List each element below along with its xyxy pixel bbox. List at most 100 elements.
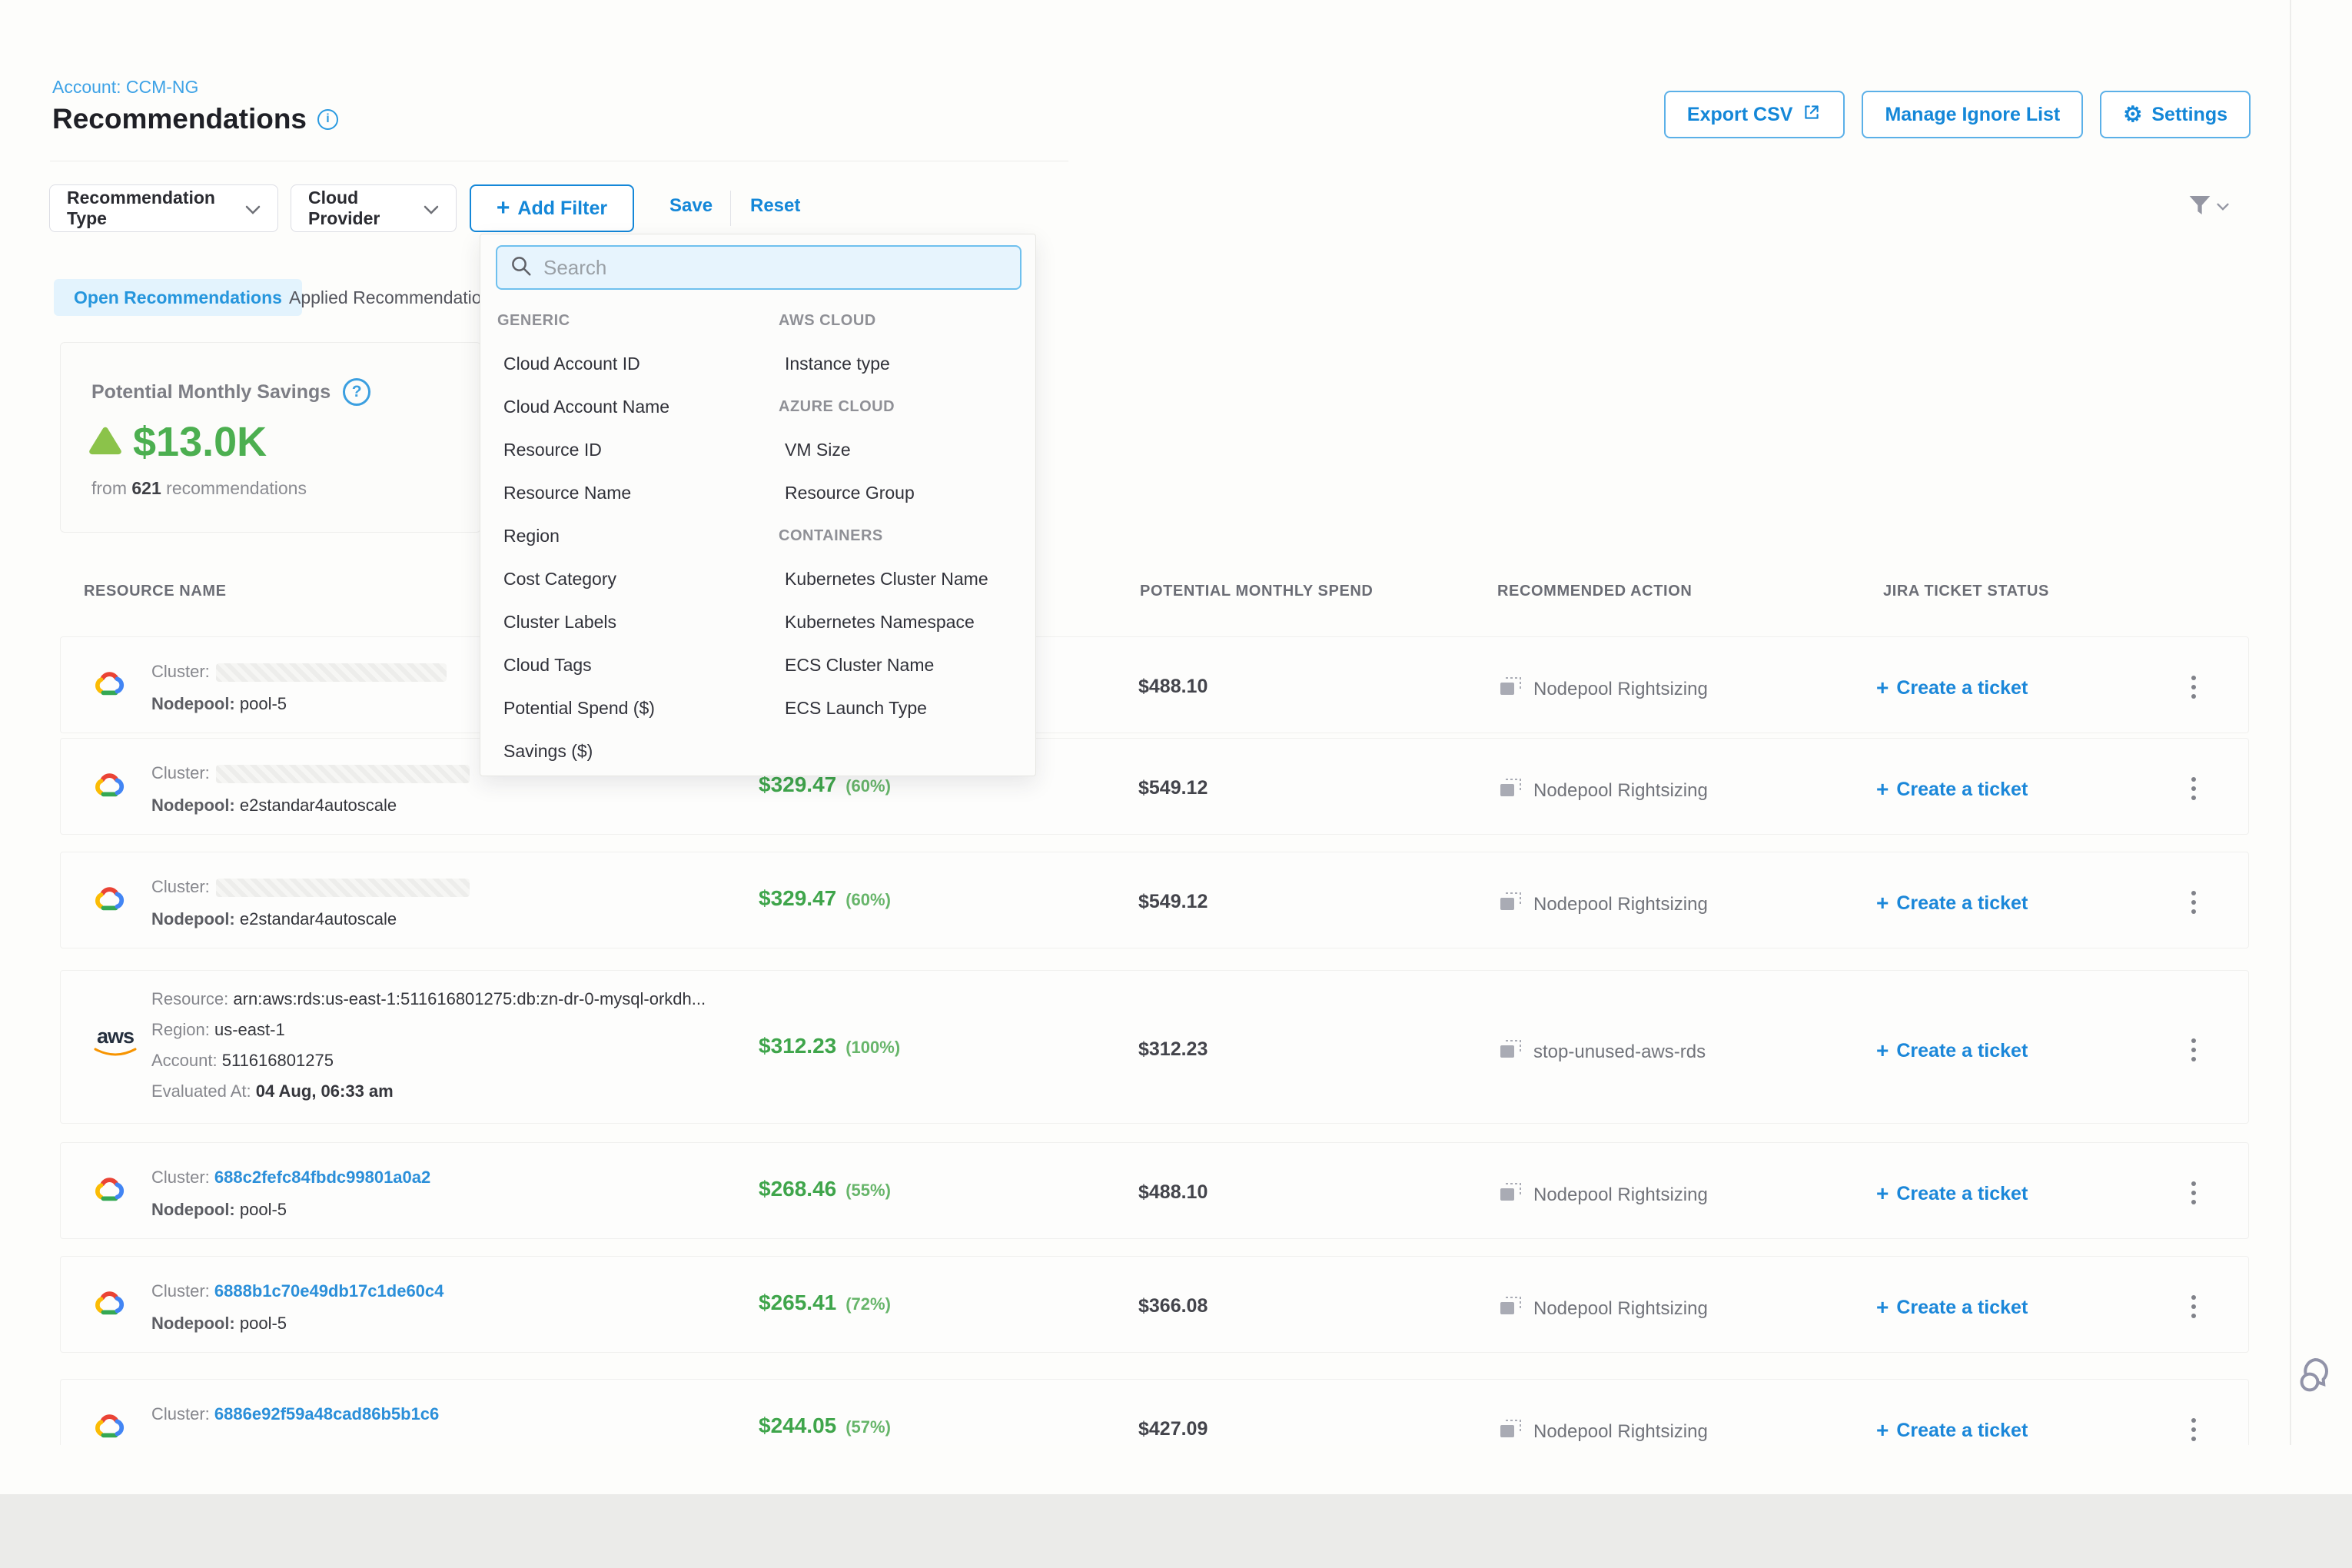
filter-option-cloud-tags[interactable]: Cloud Tags: [497, 655, 592, 676]
account-value: 511616801275: [222, 1051, 334, 1070]
recommended-action: Nodepool Rightsizing: [1498, 777, 1708, 804]
table-row[interactable]: Cluster: Nodepool: e2standar4autoscale $…: [60, 852, 2249, 948]
filter-option-cloud-account-name[interactable]: Cloud Account Name: [497, 397, 669, 417]
row-menu-button[interactable]: [2191, 777, 2196, 800]
reset-filter-button[interactable]: Reset: [750, 195, 800, 217]
recommended-action: Nodepool Rightsizing: [1498, 1295, 1708, 1322]
recommendation-type-filter[interactable]: Recommendation Type: [49, 184, 278, 232]
manage-ignore-list-label: Manage Ignore List: [1885, 104, 2060, 126]
potential-spend-value: $488.10: [1138, 1181, 1208, 1204]
plus-icon: +: [1876, 676, 1889, 700]
gcp-logo-icon: [91, 883, 127, 918]
filter-option-ecs-launch-type[interactable]: ECS Launch Type: [779, 698, 927, 719]
add-filter-button[interactable]: + Add Filter: [470, 184, 634, 232]
rightsizing-icon: [1498, 1418, 1523, 1445]
column-header-resource-name[interactable]: RESOURCE NAME: [84, 583, 227, 600]
filter-option-vm-size[interactable]: VM Size: [779, 440, 851, 460]
cluster-link[interactable]: 6888b1c70e49db17c1de60c4: [214, 1281, 443, 1301]
table-row[interactable]: aws Resource: arn:aws:rds:us-east-1:5116…: [60, 970, 2249, 1124]
cloud-provider-filter[interactable]: Cloud Provider: [291, 184, 457, 232]
create-ticket-button[interactable]: +Create a ticket: [1876, 1038, 2028, 1063]
info-icon[interactable]: i: [317, 109, 338, 130]
plus-icon: +: [1876, 1418, 1889, 1443]
search-input[interactable]: [543, 256, 1008, 280]
nodepool-value: e2standar4autoscale: [240, 796, 397, 815]
cluster-label: Cluster:: [151, 1281, 210, 1301]
chevron-down-icon: [424, 198, 439, 219]
table-row[interactable]: Cluster: 6888b1c70e49db17c1de60c4 Nodepo…: [60, 1256, 2249, 1353]
potential-spend-value: $312.23: [1138, 1038, 1208, 1061]
external-link-icon: [1802, 102, 1822, 128]
recommendation-type-label: Recommendation Type: [67, 188, 234, 229]
filter-panel-toggle[interactable]: [2188, 194, 2229, 221]
redacted-cluster-value: [216, 663, 447, 682]
create-ticket-button[interactable]: +Create a ticket: [1876, 777, 2028, 802]
recommended-action: Nodepool Rightsizing: [1498, 1418, 1708, 1445]
section-generic: GENERIC: [497, 312, 570, 330]
filter-option-resource-group[interactable]: Resource Group: [779, 483, 915, 503]
table-row[interactable]: Cluster: 688c2fefc84fbdc99801a0a2 Nodepo…: [60, 1142, 2249, 1239]
filter-option-ecs-cluster-name[interactable]: ECS Cluster Name: [779, 655, 934, 676]
filter-option-cost-category[interactable]: Cost Category: [497, 569, 616, 590]
row-menu-button[interactable]: [2191, 1418, 2196, 1441]
add-filter-dropdown: GENERIC Cloud Account ID Cloud Account N…: [480, 234, 1036, 776]
export-csv-button[interactable]: Export CSV: [1664, 91, 1845, 138]
potential-spend-value: $549.12: [1138, 891, 1208, 913]
filter-option-savings[interactable]: Savings ($): [497, 741, 593, 762]
page-bottom-band: [0, 1494, 2352, 1568]
tab-open-recommendations[interactable]: Open Recommendations: [54, 279, 302, 316]
rightsizing-icon: [1498, 1038, 1523, 1065]
nodepool-label: Nodepool:: [151, 909, 235, 929]
dropdown-search[interactable]: [496, 245, 1022, 290]
redacted-cluster-value: [216, 765, 470, 783]
create-ticket-button[interactable]: +Create a ticket: [1876, 1295, 2028, 1320]
row-menu-button[interactable]: [2191, 1181, 2196, 1204]
filter-option-resource-name[interactable]: Resource Name: [497, 483, 631, 503]
filter-option-potential-spend[interactable]: Potential Spend ($): [497, 698, 655, 719]
filter-option-resource-id[interactable]: Resource ID: [497, 440, 602, 460]
row-menu-button[interactable]: [2191, 891, 2196, 914]
create-ticket-button[interactable]: +Create a ticket: [1876, 1418, 2028, 1443]
column-header-recommended-action[interactable]: RECOMMENDED ACTION: [1497, 583, 1692, 600]
nodepool-label: Nodepool:: [151, 694, 235, 713]
create-ticket-button[interactable]: +Create a ticket: [1876, 891, 2028, 915]
filter-option-cloud-account-id[interactable]: Cloud Account ID: [497, 354, 640, 374]
nodepool-value: pool-5: [240, 1314, 287, 1333]
table-row[interactable]: Cluster: Nodepool: e2standar4autoscale $…: [60, 738, 2249, 835]
table-row[interactable]: Cluster: 6886e92f59a48cad86b5b1c6 $244.0…: [60, 1379, 2249, 1445]
filter-option-kubernetes-cluster-name[interactable]: Kubernetes Cluster Name: [779, 569, 988, 590]
settings-button[interactable]: ⚙ Settings: [2100, 91, 2251, 138]
monthly-savings-value: $312.23: [759, 1034, 836, 1058]
potential-savings-card: Potential Monthly Savings ? $13.0K from …: [60, 342, 481, 533]
save-filter-button[interactable]: Save: [669, 195, 713, 217]
potential-spend-value: $488.10: [1138, 676, 1208, 698]
resource-label: Resource:: [151, 989, 228, 1008]
rightsizing-icon: [1498, 676, 1523, 703]
filter-option-kubernetes-namespace[interactable]: Kubernetes Namespace: [779, 612, 975, 633]
monthly-savings-value: $329.47: [759, 886, 836, 911]
recommended-action-label: stop-unused-aws-rds: [1533, 1041, 1706, 1063]
column-header-jira-ticket-status[interactable]: JIRA TICKET STATUS: [1883, 583, 2049, 600]
filter-option-cluster-labels[interactable]: Cluster Labels: [497, 612, 616, 633]
row-menu-button[interactable]: [2191, 1038, 2196, 1061]
filter-option-region[interactable]: Region: [497, 526, 560, 546]
cluster-label: Cluster:: [151, 763, 210, 782]
cluster-link[interactable]: 688c2fefc84fbdc99801a0a2: [214, 1168, 430, 1187]
gcp-logo-icon: [91, 1174, 127, 1208]
create-ticket-button[interactable]: +Create a ticket: [1876, 676, 2028, 700]
support-chat-icon[interactable]: [2297, 1356, 2338, 1398]
create-ticket-button[interactable]: +Create a ticket: [1876, 1181, 2028, 1206]
column-header-potential-monthly-spend[interactable]: POTENTIAL MONTHLY SPEND: [1140, 583, 1373, 600]
cluster-link[interactable]: 6886e92f59a48cad86b5b1c6: [214, 1404, 439, 1423]
help-icon[interactable]: ?: [343, 378, 370, 406]
table-row[interactable]: Cluster: Nodepool: pool-5 $488.10 Nodepo…: [60, 636, 2249, 733]
filter-option-instance-type[interactable]: Instance type: [779, 354, 890, 374]
cluster-label: Cluster:: [151, 877, 210, 896]
row-menu-button[interactable]: [2191, 1295, 2196, 1318]
account-breadcrumb[interactable]: Account: CCM-NG: [52, 77, 198, 98]
row-menu-button[interactable]: [2191, 676, 2196, 699]
region-label: Region:: [151, 1020, 210, 1039]
account-label: Account:: [151, 1051, 218, 1070]
tab-applied-recommendations[interactable]: Applied Recommendations: [278, 279, 511, 316]
manage-ignore-list-button[interactable]: Manage Ignore List: [1862, 91, 2083, 138]
